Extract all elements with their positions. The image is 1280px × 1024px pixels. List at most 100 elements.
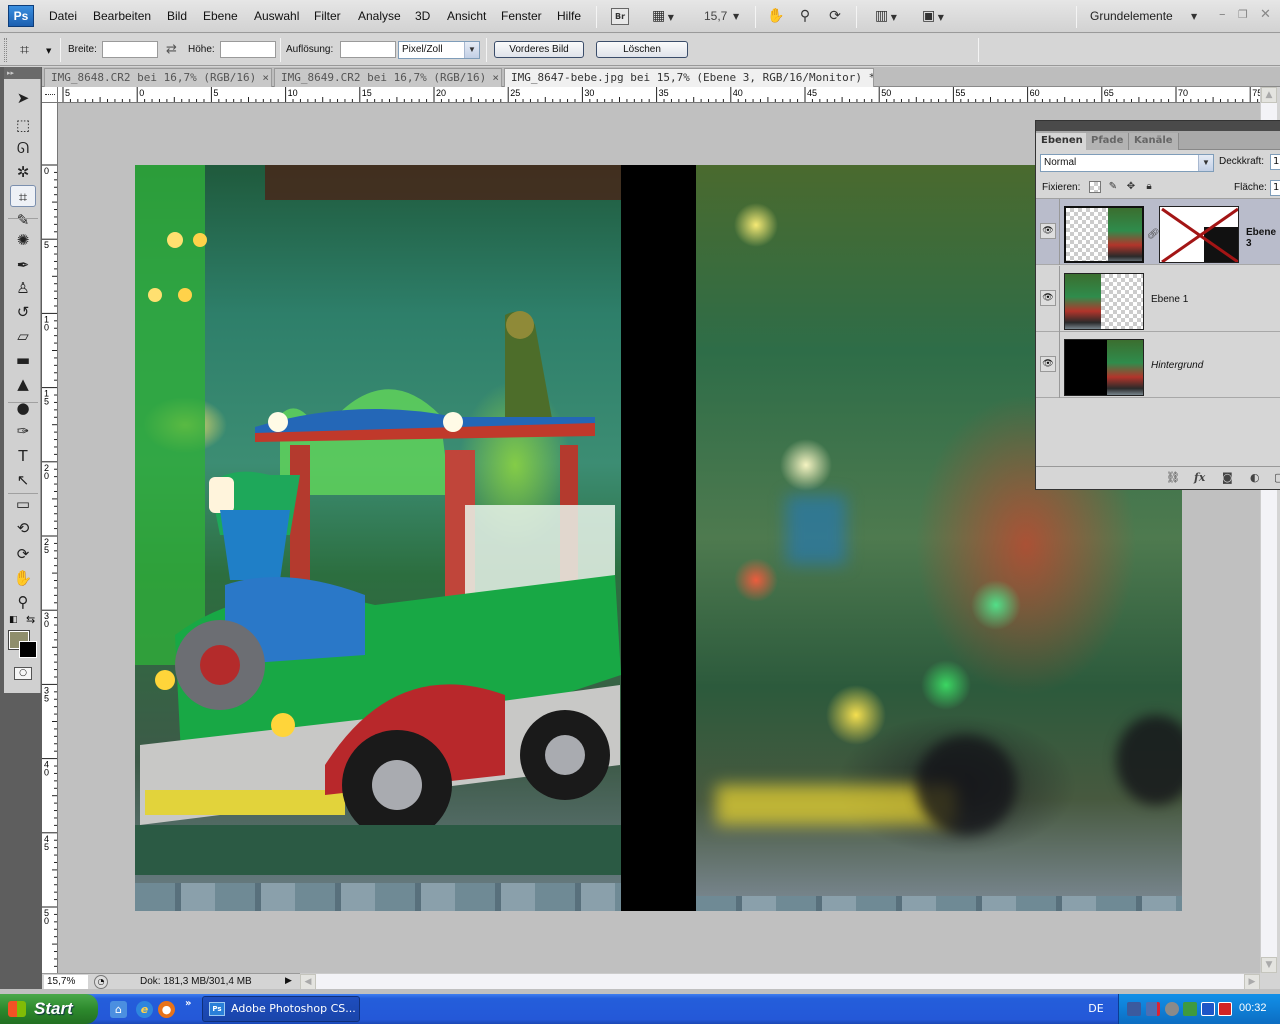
dslr-app-icon[interactable] xyxy=(1201,1002,1215,1016)
close-button[interactable]: ✕ xyxy=(1260,7,1271,22)
close-icon[interactable]: × xyxy=(492,71,499,84)
horizontal-scrollbar[interactable]: ◀ ▶ xyxy=(300,973,1260,990)
horizontal-ruler[interactable]: 5051015202530354045505560657075 xyxy=(58,87,1260,103)
menu-bild[interactable]: Bild xyxy=(167,9,187,23)
3d-rotate-tool[interactable]: ⟲ xyxy=(10,517,36,539)
eraser-tool[interactable]: ▱ xyxy=(10,325,36,347)
dodge-tool[interactable]: ● xyxy=(10,397,36,419)
magic-wand-tool[interactable]: ✲ xyxy=(10,161,36,183)
status-menu-arrow-icon[interactable]: ▶ xyxy=(285,976,292,986)
language-indicator[interactable]: DE xyxy=(1086,1001,1106,1017)
pen-tool[interactable]: ✑ xyxy=(10,420,36,442)
tab-pfade[interactable]: Pfade xyxy=(1086,133,1130,150)
vertical-ruler[interactable]: 05101520253035404550 xyxy=(42,103,58,973)
layer-name[interactable]: Hintergrund xyxy=(1151,360,1203,371)
start-button[interactable]: Start xyxy=(0,994,98,1024)
status-info-icon[interactable]: ◔ xyxy=(94,975,108,989)
safely-remove-icon[interactable] xyxy=(1183,1002,1197,1016)
firefox-icon[interactable]: ● xyxy=(158,1001,175,1018)
quick-launch-chevron-icon[interactable]: » xyxy=(185,998,191,1009)
brush-tool[interactable]: ✒ xyxy=(10,254,36,276)
menu-filter[interactable]: Filter xyxy=(314,9,341,23)
mask-icon[interactable]: ◙ xyxy=(1222,471,1233,484)
swap-colors-icon[interactable]: ⇆ xyxy=(26,613,35,626)
gradient-tool[interactable]: ▬ xyxy=(10,349,36,371)
scroll-down-icon[interactable]: ▼ xyxy=(1261,957,1277,973)
chevron-down-icon[interactable]: ▼ xyxy=(733,12,739,21)
mask-link-icon[interactable]: 🔗︎ xyxy=(1147,229,1160,240)
menu-datei[interactable]: Datei xyxy=(49,9,77,23)
wireless-network-icon[interactable] xyxy=(1127,1002,1141,1016)
layer-row-hintergrund[interactable]: 👁︎ Hintergrund xyxy=(1036,332,1280,398)
crop-icon[interactable]: ⌗ xyxy=(20,40,29,60)
ruler-origin[interactable] xyxy=(42,87,58,103)
scroll-left-icon[interactable]: ◀ xyxy=(300,974,316,990)
path-selection-tool[interactable]: ↖ xyxy=(10,469,36,491)
layer-name[interactable]: Ebene 3 xyxy=(1246,227,1280,249)
layer-thumbnail[interactable] xyxy=(1064,339,1144,396)
arrange-documents-button[interactable]: ▥ ▼ xyxy=(868,6,904,26)
swap-icon[interactable]: ⇄ xyxy=(166,42,177,57)
internet-explorer-icon[interactable]: e xyxy=(136,1001,153,1018)
chevron-down-icon[interactable]: ▼ xyxy=(1198,155,1213,171)
crop-tool[interactable]: ⌗ xyxy=(10,185,36,207)
zoom-icon[interactable]: ⚲ xyxy=(795,6,815,26)
group-icon[interactable]: ▢ xyxy=(1274,471,1280,484)
lock-all-icon[interactable]: 🔒︎ xyxy=(1143,181,1155,193)
menu-ansicht[interactable]: Ansicht xyxy=(447,9,486,23)
taskbar-photoshop-button[interactable]: Ps Adobe Photoshop CS... xyxy=(202,996,360,1022)
show-desktop-icon[interactable]: ⌂ xyxy=(110,1001,127,1018)
tab-img-8648[interactable]: IMG_8648.CR2 bei 16,7% (RGB/16) × xyxy=(44,68,272,87)
width-input[interactable] xyxy=(102,41,158,58)
panel-header[interactable] xyxy=(1036,121,1280,131)
eye-icon[interactable]: 👁︎ xyxy=(1040,290,1056,306)
shape-tool[interactable]: ▭ xyxy=(10,493,36,515)
screen-mode-button[interactable]: ▣ ▼ xyxy=(915,6,951,26)
layer-name[interactable]: Ebene 1 xyxy=(1151,294,1188,305)
close-icon[interactable]: × xyxy=(262,71,269,84)
zoom-field[interactable]: 15,7% xyxy=(44,975,88,989)
eyedropper-tool[interactable]: ✎ xyxy=(10,209,36,231)
clone-stamp-tool[interactable]: ♙ xyxy=(10,277,36,299)
tab-img-8647-bebe[interactable]: IMG_8647-bebe.jpg bei 15,7% (Ebene 3, RG… xyxy=(504,68,874,88)
layer-row-ebene-3[interactable]: 👁︎ 🔗︎ Ebene 3 xyxy=(1036,199,1280,265)
3d-orbit-tool[interactable]: ⟳ xyxy=(10,543,36,565)
eye-icon[interactable]: 👁︎ xyxy=(1040,356,1056,372)
toolbox-collapse-icon[interactable]: ▸▸ xyxy=(4,67,41,79)
blend-mode-select[interactable]: Normal ▼ xyxy=(1040,154,1214,172)
default-colors-icon[interactable]: ◧ xyxy=(9,615,18,625)
menu-hilfe[interactable]: Hilfe xyxy=(557,9,581,23)
history-brush-tool[interactable]: ↺ xyxy=(10,301,36,323)
fill-input[interactable]: 1 xyxy=(1270,180,1280,196)
resolution-input[interactable] xyxy=(340,41,396,58)
lock-transparency-icon[interactable] xyxy=(1089,181,1101,193)
clear-button[interactable]: Löschen xyxy=(596,41,688,58)
move-tool[interactable]: ➤ xyxy=(10,87,36,109)
lock-position-icon[interactable]: ✥ xyxy=(1125,181,1137,193)
menu-auswahl[interactable]: Auswahl xyxy=(254,9,299,23)
eye-icon[interactable]: 👁︎ xyxy=(1040,223,1056,239)
scroll-up-icon[interactable]: ▲ xyxy=(1261,87,1277,103)
type-tool[interactable]: T xyxy=(10,445,36,467)
tab-ebenen[interactable]: Ebenen xyxy=(1036,133,1089,150)
zoom-tool[interactable]: ⚲ xyxy=(10,591,36,613)
layer-thumbnail[interactable] xyxy=(1064,206,1144,263)
antivirus-icon[interactable] xyxy=(1218,1002,1232,1016)
layer-mask-thumbnail[interactable] xyxy=(1159,206,1239,263)
hand-tool[interactable]: ✋ xyxy=(10,567,36,589)
menu-bearbeiten[interactable]: Bearbeiten xyxy=(93,9,151,23)
resolution-unit-select[interactable]: Pixel/Zoll ▼ xyxy=(398,41,480,59)
chevron-down-icon[interactable]: ▼ xyxy=(46,47,51,55)
height-input[interactable] xyxy=(220,41,276,58)
lock-pixels-icon[interactable]: ✎ xyxy=(1107,181,1119,193)
grip-handle[interactable] xyxy=(4,38,7,62)
layer-row-ebene-1[interactable]: 👁︎ Ebene 1 xyxy=(1036,266,1280,332)
document-canvas[interactable] xyxy=(135,165,1182,911)
tab-kanaele[interactable]: Kanäle xyxy=(1129,133,1179,150)
hand-icon[interactable]: ✋ xyxy=(766,6,786,26)
zoom-level[interactable]: 15,7 xyxy=(704,9,727,23)
lasso-tool[interactable]: ᘏ xyxy=(10,137,36,159)
quick-mask-icon[interactable]: ○ xyxy=(14,667,32,680)
menu-ebene[interactable]: Ebene xyxy=(203,9,238,23)
marquee-tool[interactable]: ⬚ xyxy=(10,114,36,136)
